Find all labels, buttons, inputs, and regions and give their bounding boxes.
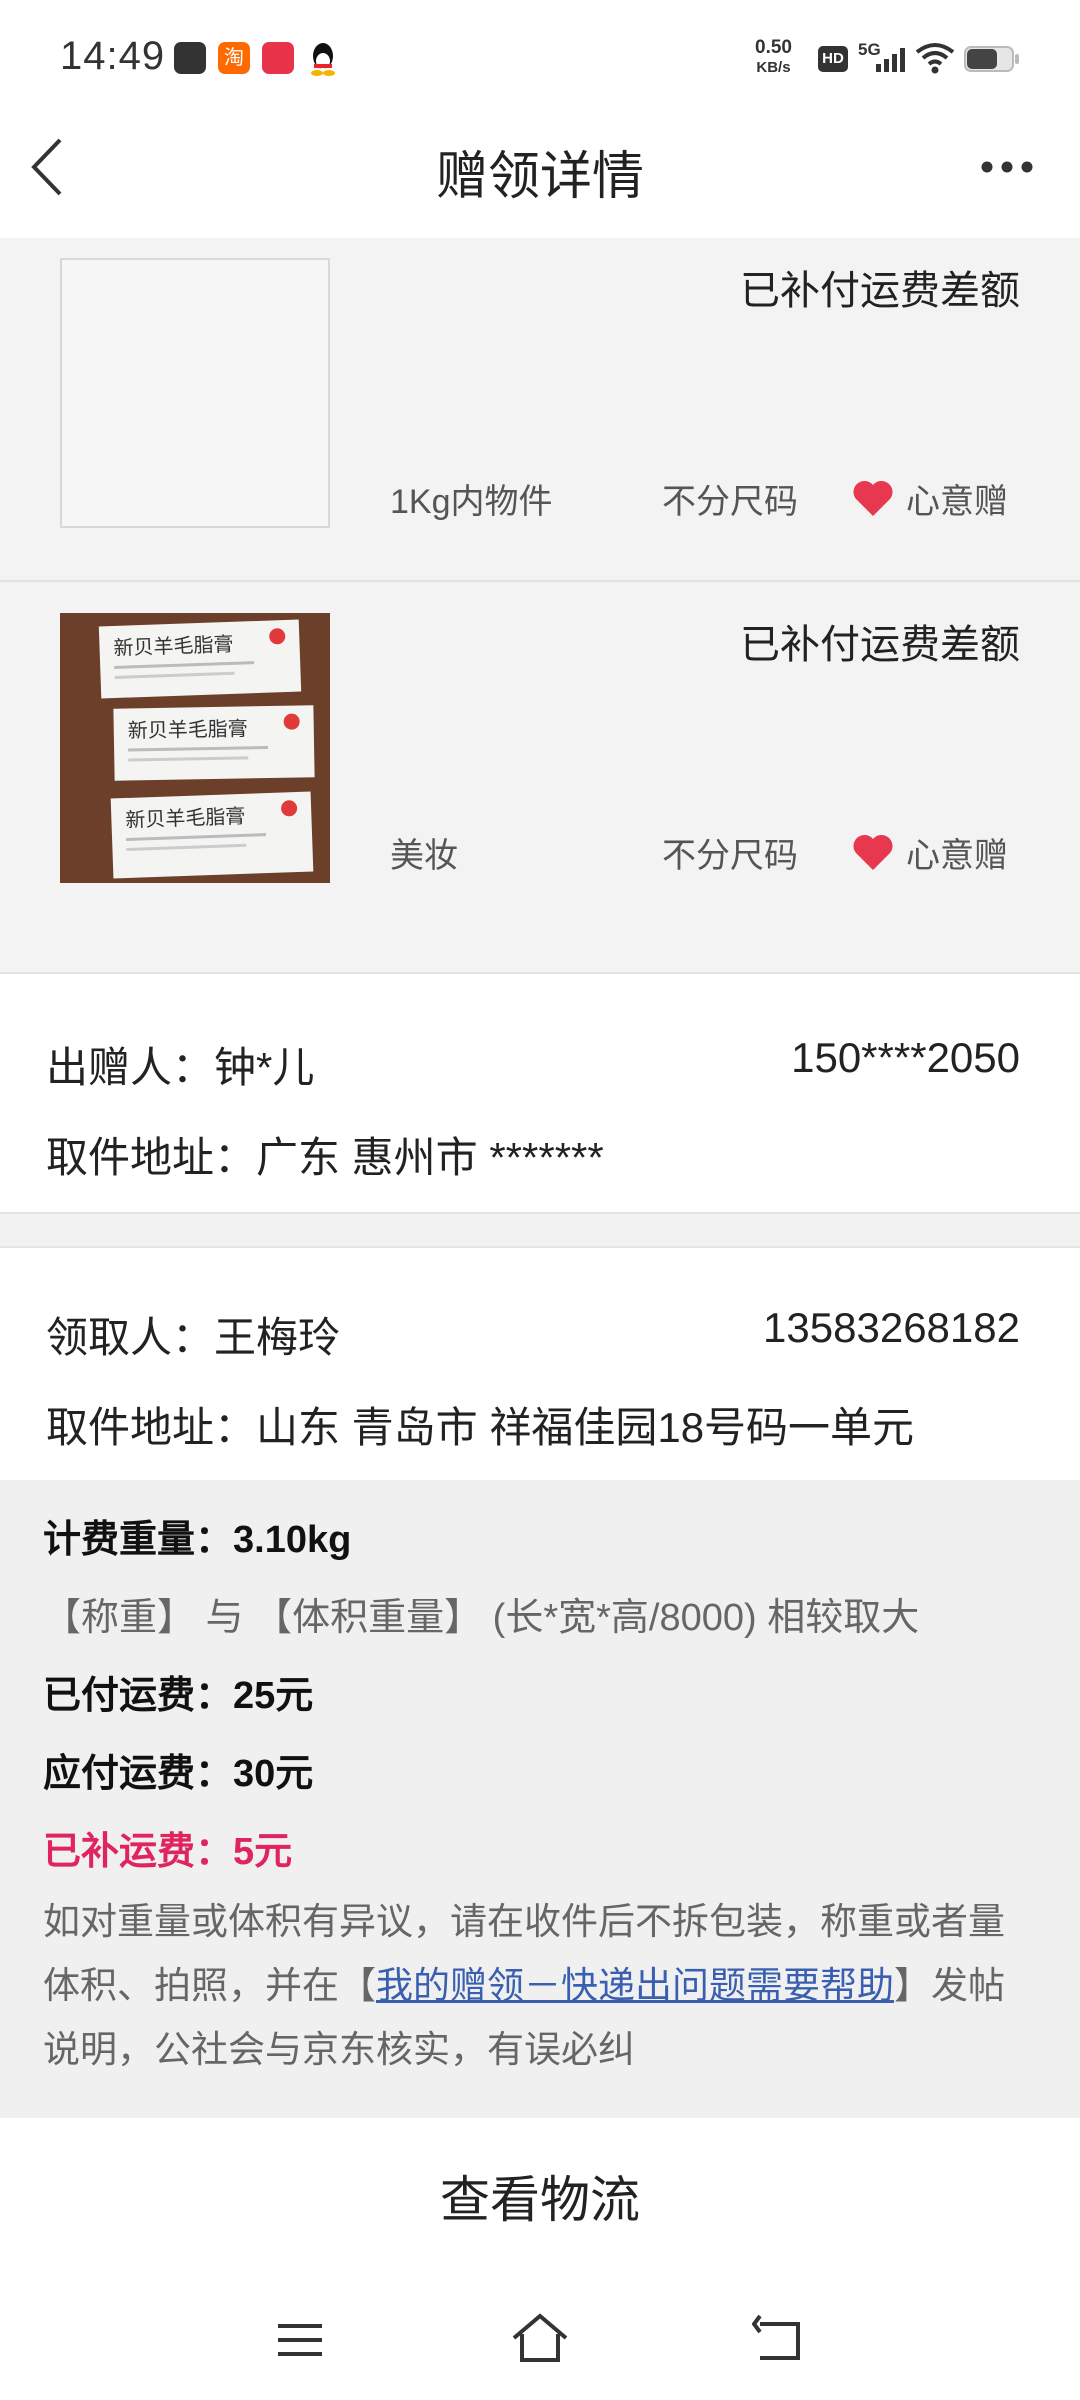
item-size: 不分尺码 <box>662 483 798 521</box>
pinduoduo-notification-icon <box>262 42 294 74</box>
giver-name: 出赠人：钟*儿 <box>46 1044 315 1091</box>
supplement-shipping: 已补运费：5元 <box>43 1831 293 1873</box>
product-sachet: 新贝羊毛脂膏 <box>98 619 302 699</box>
home-icon <box>512 2313 568 2362</box>
item-thumbnail <box>60 258 330 528</box>
item-category: 美妆 <box>390 837 458 875</box>
product-sachet: 新贝羊毛脂膏 <box>110 791 314 879</box>
dispute-notice: 如对重量或体积有异议，请在收件后不拆包装，称重或者量体积、拍照，并在【我的赠领－… <box>43 1890 1033 2082</box>
help-link[interactable]: 我的赠领－快递出问题需要帮助 <box>376 1965 894 2006</box>
taobao-notification-icon: 淘 <box>218 42 250 74</box>
home-nav-button[interactable] <box>510 2310 570 2370</box>
item-status: 已补付运费差额 <box>740 269 1020 313</box>
gift-item[interactable]: 已补付运费差额 1Kg内物件 不分尺码 心意赠 <box>0 238 1080 580</box>
signal-5g-icon: 5G <box>858 40 908 76</box>
item-tag: 心意赠 <box>906 837 1008 875</box>
giver-phone[interactable]: 150****2050 <box>791 1034 1020 1082</box>
gift-item[interactable]: 新贝羊毛脂膏 新贝羊毛脂膏 新贝羊毛脂膏 已补付运费差额 美妆 不分尺码 心意赠 <box>0 582 1080 972</box>
back-nav-button[interactable] <box>751 2312 808 2368</box>
net-speed-value: 0.50 <box>755 37 792 58</box>
return-icon <box>751 2314 800 2360</box>
sachet-label: 新贝羊毛脂膏 <box>125 805 246 833</box>
view-logistics-button[interactable]: 查看物流 <box>0 2140 1080 2280</box>
status-time: 14:49 <box>60 34 166 78</box>
system-nav-bar <box>0 2280 1080 2400</box>
sachet-label: 新贝羊毛脂膏 <box>113 633 234 661</box>
receiver-phone[interactable]: 13583268182 <box>763 1304 1020 1352</box>
item-tag: 心意赠 <box>906 483 1008 521</box>
sachet-label: 新贝羊毛脂膏 <box>127 718 248 743</box>
product-sachet: 新贝羊毛脂膏 <box>113 705 315 781</box>
hd-icon: HD <box>818 46 848 72</box>
giver-address: 取件地址：广东 惠州市 ******* <box>46 1134 604 1181</box>
net-speed-unit: KB/s <box>756 59 791 76</box>
heart-icon <box>852 480 894 518</box>
section-gap <box>0 1212 1080 1248</box>
battery-icon <box>964 46 1020 72</box>
receiver-address: 取件地址：山东 青岛市 祥福佳园18号码一单元 <box>46 1404 915 1451</box>
menu-icon <box>278 2324 322 2356</box>
net-speed: 0.50 KB/s <box>755 38 792 78</box>
divider <box>0 972 1080 974</box>
item-category: 1Kg内物件 <box>390 483 553 521</box>
paid-shipping: 已付运费：25元 <box>43 1675 314 1717</box>
status-bar: 14:49 淘 0.50 KB/s HD 5G <box>0 0 1080 110</box>
wifi-icon <box>915 42 955 74</box>
more-dots-icon <box>981 161 1033 173</box>
billing-weight: 计费重量：3.10kg <box>43 1519 352 1561</box>
app-notification-icon <box>174 42 206 74</box>
item-status: 已补付运费差额 <box>740 623 1020 667</box>
weight-rule-note: 【称重】 与 【体积重量】 (长*宽*高/8000) 相较取大 <box>43 1597 920 1639</box>
more-button[interactable] <box>980 160 1034 174</box>
receiver-name: 领取人：王梅玲 <box>46 1314 341 1361</box>
page-title: 赠领详情 <box>435 148 644 206</box>
qq-notification-icon <box>308 40 338 76</box>
due-shipping: 应付运费：30元 <box>43 1753 314 1795</box>
item-photo: 新贝羊毛脂膏 新贝羊毛脂膏 新贝羊毛脂膏 <box>60 613 330 883</box>
menu-nav-button[interactable] <box>272 2312 328 2368</box>
heart-icon <box>852 834 894 872</box>
item-size: 不分尺码 <box>662 837 798 875</box>
